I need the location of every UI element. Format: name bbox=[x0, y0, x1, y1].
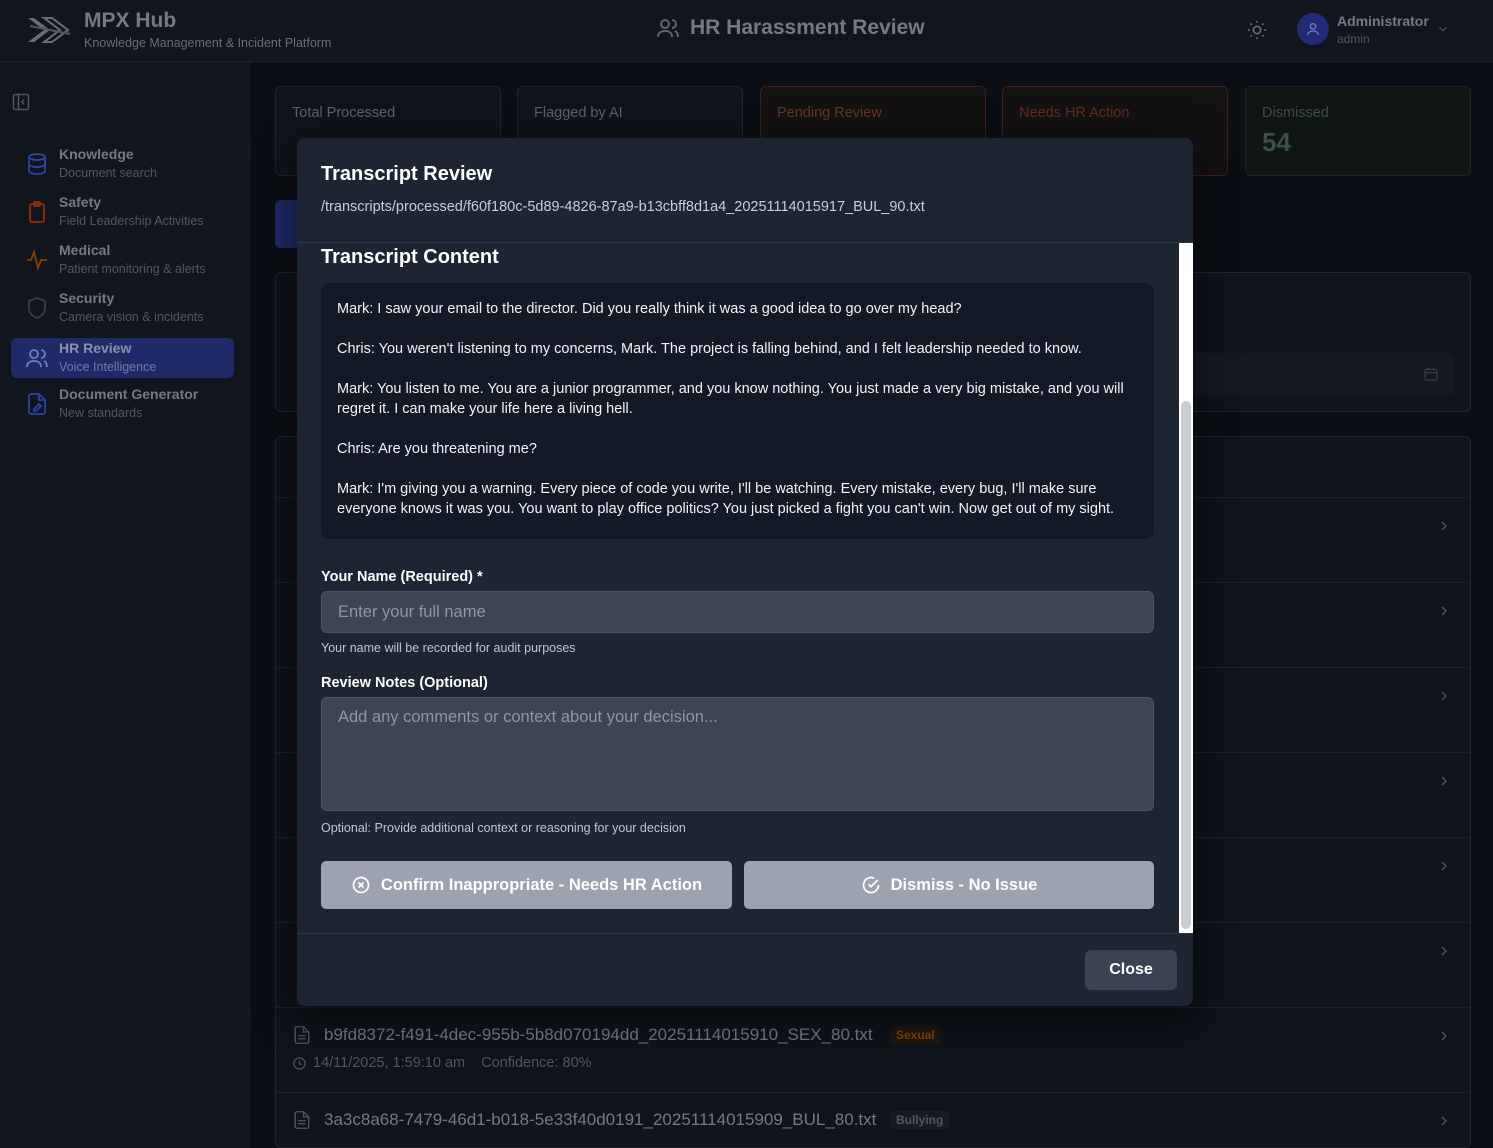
transcript-line: Mark: I'm giving you a warning. Every pi… bbox=[337, 481, 1115, 517]
name-help-text: Your name will be recorded for audit pur… bbox=[321, 641, 576, 655]
confirm-inappropriate-button[interactable]: Confirm Inappropriate - Needs HR Action bbox=[321, 861, 732, 909]
transcript-path: /transcripts/processed/f60f180c-5d89-482… bbox=[321, 199, 925, 215]
transcript-line: Mark: I saw your email to the director. … bbox=[337, 301, 962, 317]
review-notes-textarea[interactable] bbox=[321, 697, 1154, 811]
modal-body: Transcript Content Mark: I saw your emai… bbox=[297, 243, 1193, 933]
transcript-line: Chris: Are you threatening me? bbox=[337, 441, 537, 457]
scrollbar-thumb[interactable] bbox=[1181, 401, 1191, 929]
reviewer-name-input[interactable] bbox=[321, 591, 1154, 633]
close-button[interactable]: Close bbox=[1085, 950, 1177, 990]
name-label: Your Name (Required) * bbox=[321, 569, 483, 585]
transcript-content-title: Transcript Content bbox=[321, 246, 499, 268]
dismiss-button-label: Dismiss - No Issue bbox=[890, 875, 1038, 894]
notes-label: Review Notes (Optional) bbox=[321, 675, 488, 691]
dismiss-button[interactable]: Dismiss - No Issue bbox=[744, 861, 1154, 909]
confirm-button-label: Confirm Inappropriate - Needs HR Action bbox=[380, 875, 703, 894]
transcript-content: Mark: I saw your email to the director. … bbox=[321, 283, 1154, 539]
modal-title: Transcript Review bbox=[321, 163, 493, 185]
transcript-review-modal: Transcript Review /transcripts/processed… bbox=[297, 138, 1193, 1006]
notes-help-text: Optional: Provide additional context or … bbox=[321, 821, 686, 835]
divider bbox=[297, 933, 1193, 934]
check-circle-icon bbox=[862, 876, 879, 894]
transcript-line: Mark: You listen to me. You are a junior… bbox=[337, 381, 1124, 417]
x-circle-icon bbox=[352, 876, 370, 894]
transcript-line: Chris: You weren't listening to my conce… bbox=[337, 341, 1082, 357]
